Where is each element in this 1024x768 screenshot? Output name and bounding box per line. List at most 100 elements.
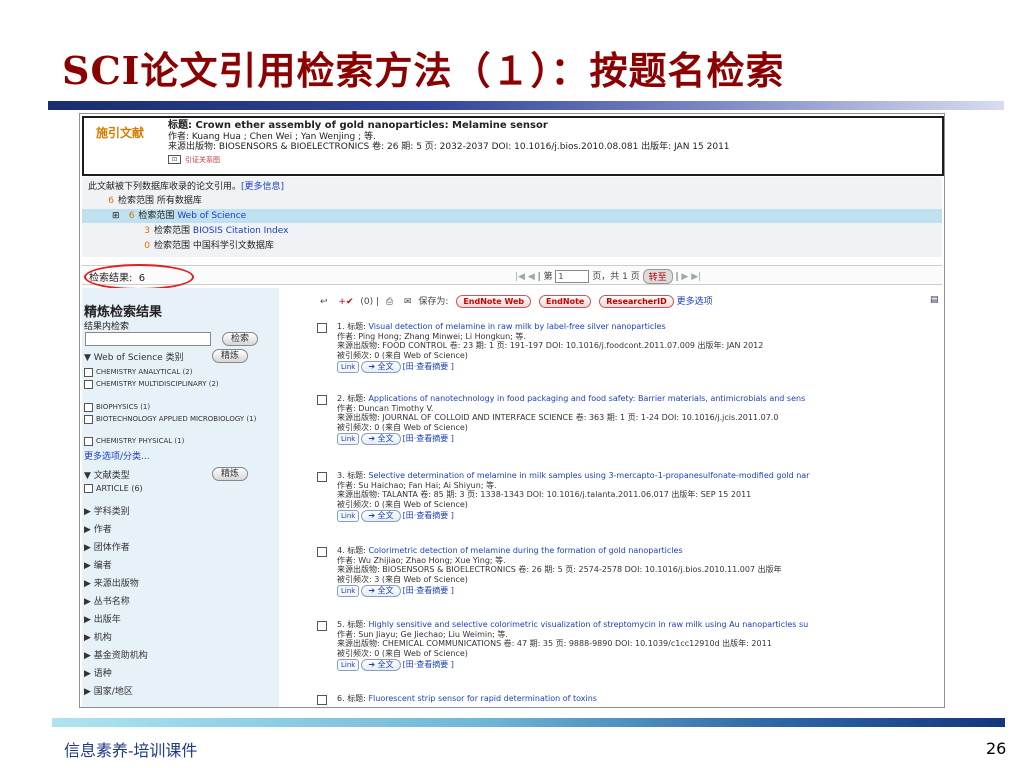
record-title-link[interactable]: Colorimetric detection of melamine durin… bbox=[368, 546, 682, 555]
collapse-icon: ▼ bbox=[84, 471, 91, 481]
result-record: 2. 标题: Applications of nanotechnology in… bbox=[317, 394, 944, 464]
facet-language[interactable]: ▶ 语种 bbox=[84, 666, 112, 679]
doctype-refine-button[interactable]: 精炼 bbox=[212, 467, 249, 481]
facet-group-author[interactable]: ▶ 团体作者 bbox=[84, 540, 130, 553]
result-record: 5. 标题: Highly sensitive and selective co… bbox=[317, 620, 944, 690]
db-row-all[interactable]: 6 检索范围 所有数据库 bbox=[102, 194, 202, 208]
view-abstract-link[interactable]: [田·查看摘要 ] bbox=[403, 660, 454, 669]
record-cited: 被引频次: 0 (来自 Web of Science) bbox=[337, 422, 468, 432]
back-arrow-icon[interactable]: ↩ bbox=[320, 297, 328, 307]
sfx-link-button[interactable]: Link bbox=[337, 585, 360, 597]
print-icon[interactable]: ⎙ bbox=[386, 297, 393, 307]
fulltext-button[interactable]: ➔ 全文 bbox=[361, 361, 401, 373]
view-abstract-link[interactable]: [田·查看摘要 ] bbox=[403, 362, 454, 371]
next-page-icon[interactable]: ▶ bbox=[681, 272, 688, 282]
search-within-input[interactable] bbox=[85, 332, 211, 346]
record-source: 来源出版物: TALANTA 卷: 85 期: 3 页: 1338-1343 D… bbox=[337, 490, 752, 499]
fulltext-button[interactable]: ➔ 全文 bbox=[361, 433, 401, 445]
citing-article-tag: 施引文献 bbox=[96, 126, 145, 140]
record-title-link[interactable]: Highly sensitive and selective colorimet… bbox=[368, 620, 808, 629]
add-marked-icon[interactable]: +✔ bbox=[338, 297, 353, 307]
doctype-header[interactable]: ▼ 文献类型 精炼 bbox=[84, 467, 269, 481]
endnote-button[interactable]: EndNote bbox=[539, 295, 592, 308]
view-toggle-icon[interactable]: ▤ bbox=[930, 295, 939, 305]
facet-organization[interactable]: ▶ 机构 bbox=[84, 630, 112, 643]
facet-country[interactable]: ▶ 国家/地区 bbox=[84, 684, 133, 697]
category-option[interactable]: CHEMISTRY ANALYTICAL (2) bbox=[84, 368, 274, 377]
citation-map-link[interactable]: ⊡ 引证关系图 bbox=[168, 155, 220, 166]
record-source: 来源出版物: BIOSENSORS & BIOELECTRONICS 卷: 26… bbox=[337, 565, 782, 574]
more-info-link[interactable]: [更多信息] bbox=[241, 182, 284, 192]
record-checkbox[interactable] bbox=[317, 695, 327, 705]
citing-article-details: 标题: Crown ether assembly of gold nanopar… bbox=[168, 120, 730, 166]
endnote-web-button[interactable]: EndNote Web bbox=[456, 295, 532, 308]
results-bar: 检索结果: 6 |◀ ◀ | 第 1 页，共 1 页 转至 | ▶ ▶| bbox=[82, 264, 942, 290]
footer-course-label: 信息素养-培训课件 bbox=[64, 741, 198, 760]
pager: |◀ ◀ | 第 1 页，共 1 页 转至 | ▶ ▶| bbox=[515, 269, 701, 284]
last-page-icon[interactable]: ▶| bbox=[691, 272, 701, 282]
record-checkbox[interactable] bbox=[317, 621, 327, 631]
record-source: 来源出版物: CHEMICAL COMMUNICATIONS 卷: 47 期: … bbox=[337, 639, 772, 648]
db-row-wos[interactable]: ⊞ 6 检索范围 Web of Science bbox=[82, 209, 942, 223]
expand-icon[interactable]: ⊞ bbox=[112, 211, 120, 221]
results-toolbar: ↩ +✔ (0) | ⎙ ✉ 保存为: EndNote Web EndNote … bbox=[320, 295, 713, 308]
category-option[interactable]: BIOTECHNOLOGY APPLIED MICROBIOLOGY (1) bbox=[84, 415, 274, 424]
record-title-link[interactable]: Applications of nanotechnology in food p… bbox=[368, 394, 805, 403]
prev-page-icon[interactable]: ◀ bbox=[528, 272, 535, 282]
collapse-icon: ▼ bbox=[84, 353, 91, 363]
db-row-cscd[interactable]: 0 检索范围 中国科学引文数据库 bbox=[138, 239, 274, 253]
fulltext-button[interactable]: ➔ 全文 bbox=[361, 585, 401, 597]
record-authors: 作者: Duncan Timothy V. bbox=[337, 403, 434, 413]
citing-authors: 作者: Kuang Hua ; Chen Wei ; Yan Wenjing ;… bbox=[168, 131, 376, 142]
sfx-link-button[interactable]: Link bbox=[337, 361, 360, 373]
facet-year[interactable]: ▶ 出版年 bbox=[84, 612, 121, 625]
db-row-biosis[interactable]: 3 检索范围 BIOSIS Citation Index bbox=[138, 224, 288, 238]
page-input[interactable]: 1 bbox=[555, 270, 590, 283]
doctype-option[interactable]: ARTICLE (6) bbox=[84, 484, 274, 493]
wos-category-header[interactable]: ▼ Web of Science 类别 精炼 bbox=[84, 349, 269, 363]
record-source: 来源出版物: FOOD CONTROL 卷: 23 期: 1 页: 191-19… bbox=[337, 341, 764, 350]
sfx-link-button[interactable]: Link bbox=[337, 433, 360, 445]
sfx-link-button[interactable]: Link bbox=[337, 659, 360, 671]
category-option[interactable]: CHEMISTRY PHYSICAL (1) bbox=[84, 437, 274, 446]
record-checkbox[interactable] bbox=[317, 323, 327, 333]
refine-heading: 精炼检索结果 bbox=[84, 305, 163, 320]
search-within-button[interactable]: 检索 bbox=[222, 332, 259, 346]
category-option[interactable]: BIOPHYSICS (1) bbox=[84, 403, 274, 412]
record-cited: 被引频次: 3 (来自 Web of Science) bbox=[337, 574, 468, 584]
view-abstract-link[interactable]: [田·查看摘要 ] bbox=[403, 511, 454, 520]
facet-funding[interactable]: ▶ 基金资助机构 bbox=[84, 648, 148, 661]
email-icon[interactable]: ✉ bbox=[404, 297, 412, 307]
facet-source[interactable]: ▶ 来源出版物 bbox=[84, 576, 139, 589]
highlight-oval bbox=[84, 264, 194, 290]
record-authors: 作者: Ping Hong; Zhang Minwei; Li Hongkun;… bbox=[337, 331, 526, 341]
result-record: 3. 标题: Selective determination of melami… bbox=[317, 471, 944, 541]
search-within-label: 结果内检索 bbox=[84, 322, 130, 332]
record-authors: 作者: Sun Jiayu; Ge Jiechao; Liu Weimin; 等… bbox=[337, 629, 508, 639]
facet-subject[interactable]: ▶ 学科类别 bbox=[84, 504, 130, 517]
view-abstract-link[interactable]: [田·查看摘要 ] bbox=[403, 586, 454, 595]
refine-button[interactable]: 精炼 bbox=[212, 349, 249, 363]
fulltext-button[interactable]: ➔ 全文 bbox=[361, 659, 401, 671]
fulltext-button[interactable]: ➔ 全文 bbox=[361, 510, 401, 522]
sfx-link-button[interactable]: Link bbox=[337, 510, 360, 522]
record-title-link[interactable]: Selective determination of melamine in m… bbox=[368, 471, 809, 480]
facet-series[interactable]: ▶ 丛书名称 bbox=[84, 594, 130, 607]
researcherid-button[interactable]: ResearcherID bbox=[599, 295, 674, 308]
view-abstract-link[interactable]: [田·查看摘要 ] bbox=[403, 434, 454, 443]
slide-page-number: 26 bbox=[986, 739, 1007, 758]
record-title-link[interactable]: Visual detection of melamine in raw milk… bbox=[368, 322, 665, 331]
category-option[interactable]: CHEMISTRY MULTIDISCIPLINARY (2) bbox=[84, 380, 274, 389]
more-options-toolbar-link[interactable]: 更多选项 bbox=[677, 297, 713, 307]
go-button[interactable]: 转至 bbox=[642, 269, 673, 284]
record-checkbox[interactable] bbox=[317, 547, 327, 557]
record-title-link[interactable]: Fluorescent strip sensor for rapid deter… bbox=[368, 694, 597, 703]
first-page-icon[interactable]: |◀ bbox=[515, 272, 525, 282]
record-authors: 作者: Wu Zhijiao; Zhao Hong; Xue Ying; 等. bbox=[337, 555, 506, 565]
record-cited: 被引频次: 0 (来自 Web of Science) bbox=[337, 350, 468, 360]
record-checkbox[interactable] bbox=[317, 472, 327, 482]
facet-editor[interactable]: ▶ 编者 bbox=[84, 558, 112, 571]
facet-author[interactable]: ▶ 作者 bbox=[84, 522, 112, 535]
record-checkbox[interactable] bbox=[317, 395, 327, 405]
more-options-link[interactable]: 更多选项/分类... bbox=[84, 449, 150, 462]
